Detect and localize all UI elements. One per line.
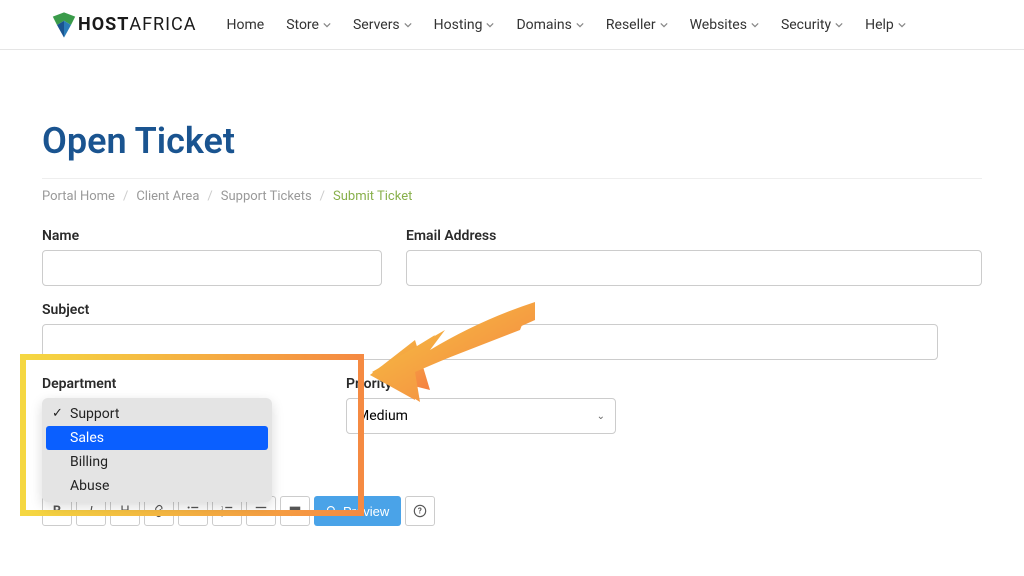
top-nav: HOSTAFRICA Home Store Servers Hosting Do… <box>0 0 1024 50</box>
breadcrumb-support-tickets[interactable]: Support Tickets <box>221 189 312 204</box>
nav-store[interactable]: Store <box>286 17 331 33</box>
align-icon <box>254 504 268 518</box>
breadcrumb-separator: / <box>123 189 128 204</box>
link-icon <box>152 504 166 518</box>
department-dropdown: ✓Support Sales Billing Abuse <box>42 398 272 502</box>
breadcrumb-separator: / <box>320 189 325 204</box>
subject-input[interactable] <box>42 324 938 360</box>
logo[interactable]: HOSTAFRICA <box>50 11 197 39</box>
department-label: Department <box>42 376 322 392</box>
comment-icon <box>288 504 302 518</box>
priority-label: Priority <box>346 376 626 392</box>
breadcrumb-portal-home[interactable]: Portal Home <box>42 189 115 204</box>
chevron-down-icon <box>576 21 584 29</box>
email-label: Email Address <box>406 228 982 244</box>
chevron-down-icon <box>323 21 331 29</box>
question-icon: ? <box>413 504 427 518</box>
breadcrumb: Portal Home / Client Area / Support Tick… <box>42 178 982 204</box>
list-ol-icon: 123 <box>220 504 234 518</box>
logo-text: HOSTAFRICA <box>78 14 197 35</box>
check-icon: ✓ <box>52 406 63 421</box>
name-input[interactable] <box>42 250 382 286</box>
comment-button[interactable] <box>280 496 310 526</box>
chevron-down-icon <box>898 21 906 29</box>
nav-domains[interactable]: Domains <box>516 17 583 33</box>
svg-text:3: 3 <box>221 513 224 518</box>
chevron-down-icon <box>660 21 668 29</box>
email-input[interactable] <box>406 250 982 286</box>
breadcrumb-current: Submit Ticket <box>333 189 412 204</box>
nav-security[interactable]: Security <box>781 17 843 33</box>
chevron-down-icon: ⌄ <box>597 411 605 422</box>
nav-hosting[interactable]: Hosting <box>434 17 495 33</box>
nav-help[interactable]: Help <box>865 17 906 33</box>
chevron-down-icon <box>486 21 494 29</box>
chevron-down-icon <box>835 21 843 29</box>
dropdown-item-billing[interactable]: Billing <box>46 450 268 474</box>
help-button[interactable]: ? <box>405 496 435 526</box>
breadcrumb-separator: / <box>207 189 212 204</box>
page-content: Open Ticket Portal Home / Client Area / … <box>0 120 1024 526</box>
chevron-down-icon <box>404 21 412 29</box>
page-title: Open Ticket <box>42 120 982 162</box>
search-icon <box>326 505 338 517</box>
list-ul-icon <box>186 504 200 518</box>
priority-value: Medium <box>357 408 408 424</box>
breadcrumb-client-area[interactable]: Client Area <box>136 189 199 204</box>
priority-select[interactable]: Medium ⌄ <box>346 398 616 434</box>
svg-text:?: ? <box>418 507 422 516</box>
preview-button[interactable]: Preview <box>314 496 401 526</box>
nav-items: Home Store Servers Hosting Domains Resel… <box>227 17 906 33</box>
nav-websites[interactable]: Websites <box>690 17 759 33</box>
chevron-down-icon <box>751 21 759 29</box>
dropdown-item-sales[interactable]: Sales <box>46 426 268 450</box>
dropdown-item-abuse[interactable]: Abuse <box>46 474 268 498</box>
subject-label: Subject <box>42 302 982 318</box>
logo-icon <box>50 11 78 39</box>
dropdown-item-support[interactable]: ✓Support <box>46 402 268 426</box>
nav-home[interactable]: Home <box>227 17 265 33</box>
name-label: Name <box>42 228 382 244</box>
nav-servers[interactable]: Servers <box>353 17 412 33</box>
nav-reseller[interactable]: Reseller <box>606 17 668 33</box>
